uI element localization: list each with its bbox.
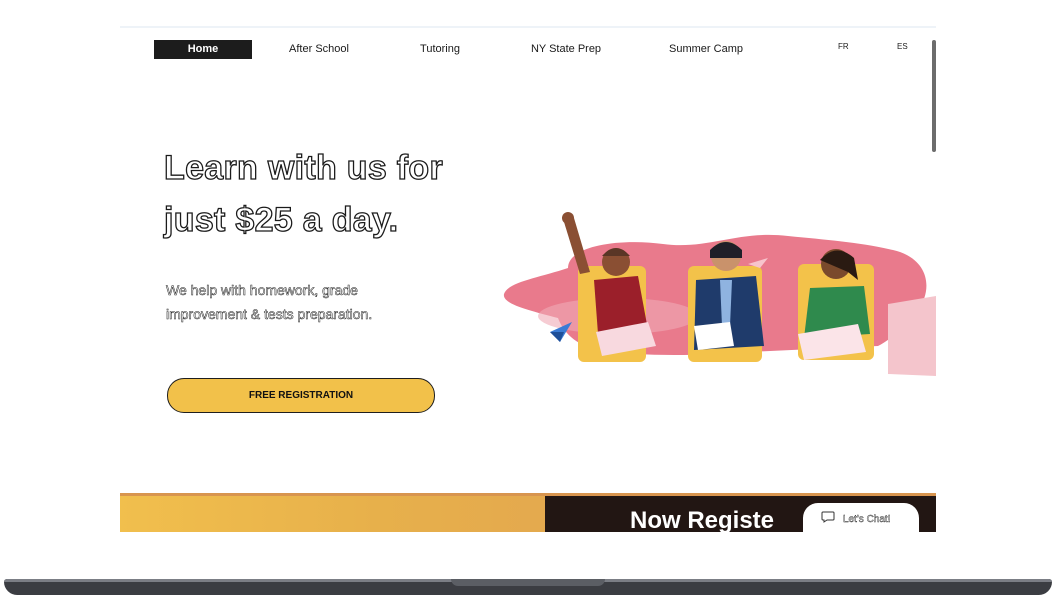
lang-es[interactable]: ES <box>897 42 908 51</box>
banner-accent-line <box>120 493 936 496</box>
browser-viewport: Home After School Tutoring NY State Prep… <box>120 26 936 532</box>
hero-illustration <box>503 212 936 376</box>
top-border <box>120 26 936 28</box>
scrollbar[interactable] <box>932 40 936 152</box>
nav-tutoring[interactable]: Tutoring <box>405 40 475 59</box>
hero-subtitle-line2: improvement & tests preparation. <box>166 306 373 323</box>
hero-subtitle: We help with homework, grade improvement… <box>166 278 436 326</box>
hero-title-line1: Learn with us for <box>163 148 444 187</box>
nav-after-school[interactable]: After School <box>275 40 363 59</box>
chat-button[interactable]: Let's Chat! <box>803 503 919 532</box>
banner-headline: Now Registe <box>630 507 775 532</box>
banner-leaf-pattern <box>120 493 550 532</box>
hero-title-line2: just $25 a day. <box>163 200 399 239</box>
lang-fr[interactable]: FR <box>838 42 849 51</box>
chat-bubble-icon <box>821 511 835 523</box>
top-navigation: Home After School Tutoring NY State Prep… <box>120 38 936 62</box>
chat-label: Let's Chat! <box>843 514 891 525</box>
paper-middle <box>694 322 734 350</box>
laptop-notch <box>451 579 605 586</box>
nav-summer-camp[interactable]: Summer Camp <box>660 40 752 59</box>
nav-home[interactable]: Home <box>154 40 252 59</box>
pink-blob-shadow <box>888 296 936 376</box>
nav-ny-state-prep[interactable]: NY State Prep <box>520 40 612 59</box>
free-registration-button[interactable]: FREE REGISTRATION <box>167 378 435 413</box>
hero-subtitle-line1: We help with homework, grade <box>166 282 358 299</box>
hero-title: Learn with us for just $25 a day. <box>163 142 484 246</box>
